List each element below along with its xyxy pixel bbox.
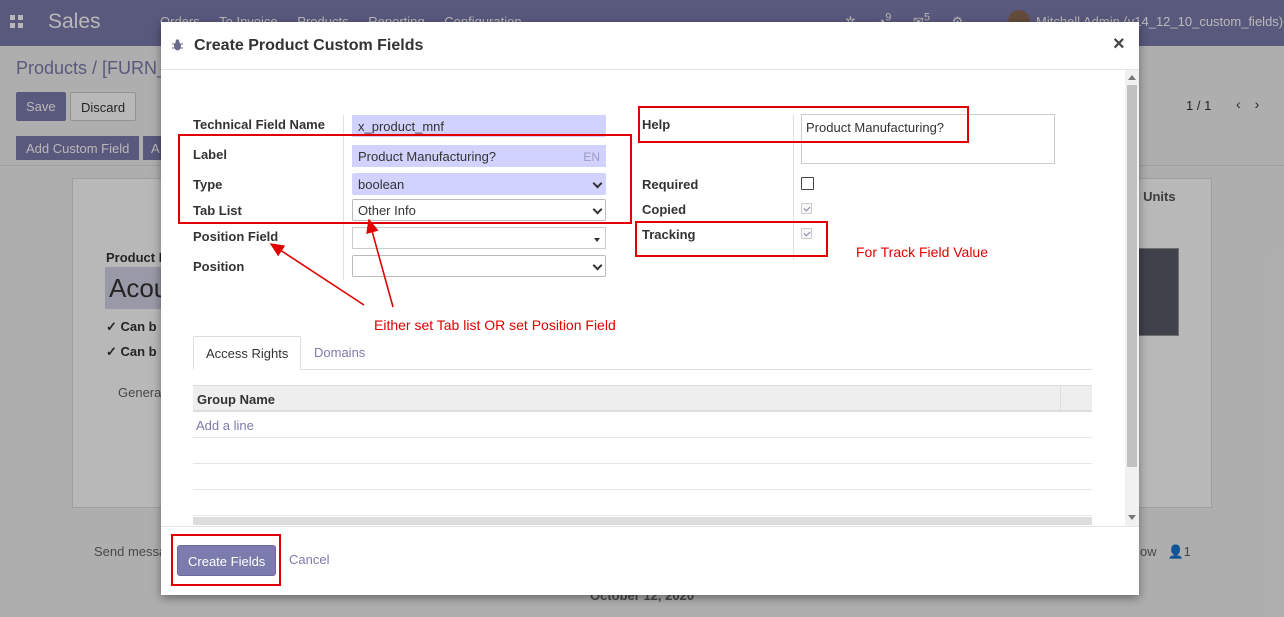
arrow-to-position-field: [269, 243, 365, 306]
modal-scrollbar[interactable]: [1125, 70, 1139, 526]
chevron-down-icon: [592, 260, 603, 271]
scrollbar-thumb[interactable]: [1127, 85, 1137, 467]
position-select[interactable]: [352, 255, 606, 277]
annotation-box-tracking: [635, 221, 828, 257]
tab-domains[interactable]: Domains: [302, 336, 377, 370]
modal-footer: Create Fields Cancel: [161, 526, 1139, 595]
track-field-annotation: For Track Field Value: [856, 244, 989, 260]
cancel-button[interactable]: Cancel: [289, 552, 329, 567]
table-header: Group Name: [193, 385, 1092, 412]
position-field-input[interactable]: [352, 227, 606, 249]
add-a-line-link[interactable]: Add a line: [196, 418, 254, 433]
table-footer: [193, 517, 1092, 525]
annotation-box-label-type-tab: [178, 134, 632, 224]
table-row: [193, 464, 1092, 490]
modal-header: Create Product Custom Fields ×: [161, 22, 1139, 70]
copied-checkbox[interactable]: [801, 203, 812, 214]
scroll-up-icon[interactable]: [1128, 75, 1136, 80]
position-field-label: Position Field: [193, 229, 279, 244]
notebook-tabs: Access Rights Domains: [193, 336, 1092, 370]
technical-field-name-label: Technical Field Name: [193, 117, 325, 132]
column-divider: [1060, 386, 1061, 411]
bug-icon: [172, 39, 183, 51]
position-label: Position: [193, 259, 245, 274]
tab-position-annotation: Either set Tab list OR set Position Fiel…: [374, 317, 616, 333]
group-name-column-header[interactable]: Group Name: [197, 392, 275, 407]
copied-label: Copied: [642, 202, 687, 217]
table-row: [193, 490, 1092, 516]
required-checkbox[interactable]: [801, 177, 814, 190]
tab-access-rights[interactable]: Access Rights: [193, 336, 302, 370]
table-row: Add a line: [193, 412, 1092, 438]
create-fields-button[interactable]: Create Fields: [177, 545, 277, 576]
required-label: Required: [642, 177, 699, 192]
annotation-box-help: [638, 106, 969, 143]
caret-down-icon: [594, 238, 600, 242]
modal-title: Create Product Custom Fields: [194, 37, 424, 54]
modal-body: Technical Field Name x_product_mnf Label…: [161, 70, 1139, 526]
table-row: [193, 438, 1092, 464]
close-icon[interactable]: ×: [1113, 33, 1125, 56]
scroll-down-icon[interactable]: [1128, 515, 1136, 520]
create-custom-fields-dialog: Create Product Custom Fields × Technical…: [161, 22, 1139, 595]
